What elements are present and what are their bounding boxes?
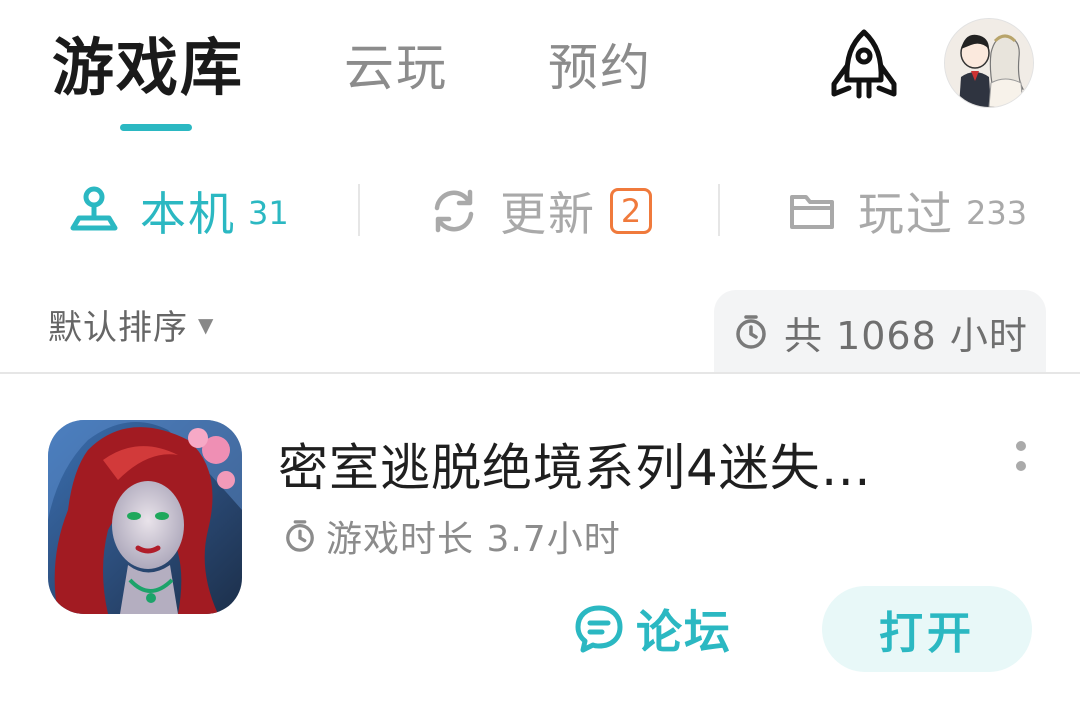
subtab-divider [358, 184, 360, 236]
game-playtime: 游戏时长 3.7小时 [284, 510, 621, 562]
subtab-local-count: 31 [248, 194, 289, 232]
folder-icon [784, 183, 840, 239]
forum-button[interactable]: 论坛 [572, 596, 732, 662]
user-avatar[interactable] [944, 18, 1034, 108]
timer-icon [736, 315, 766, 349]
forum-icon [575, 605, 623, 653]
subtab-divider [718, 184, 720, 236]
game-title[interactable]: 密室逃脱绝境系列4迷失… [278, 428, 872, 500]
game-playtime-text: 游戏时长 3.7小时 [326, 519, 621, 560]
section-divider [0, 372, 1080, 374]
subtab-update[interactable]: 更新 2 [426, 178, 652, 244]
tab-game-library[interactable]: 游戏库 [52, 28, 244, 108]
tab-reservation[interactable]: 预约 [548, 28, 652, 108]
sort-label: 默认排序 [48, 308, 188, 348]
subtab-update-label: 更新 [500, 187, 596, 241]
update-count-badge: 2 [610, 188, 652, 234]
rocket-icon[interactable] [824, 26, 904, 106]
subtab-played-count: 233 [966, 194, 1028, 232]
game-icon[interactable] [48, 420, 242, 614]
refresh-icon [426, 183, 482, 239]
tab-cloud-play[interactable]: 云玩 [344, 28, 448, 108]
total-playtime-box: 共 1068 小时 [714, 290, 1046, 374]
total-playtime-text: 共 1068 小时 [784, 313, 1028, 358]
more-options-icon[interactable] [1006, 436, 1036, 488]
caret-down-icon: ▼ [198, 312, 215, 337]
sort-dropdown[interactable]: 默认排序 ▼ [48, 300, 214, 349]
subtab-local-label: 本机 [140, 187, 236, 241]
timer-icon [286, 520, 314, 552]
active-tab-indicator [120, 124, 192, 131]
subtab-played-label: 玩过 [858, 187, 954, 241]
local-device-icon [66, 183, 122, 239]
subtab-local[interactable]: 本机 31 [66, 178, 289, 244]
subtab-played[interactable]: 玩过 233 [784, 178, 1027, 244]
open-game-button[interactable]: 打开 [822, 586, 1032, 672]
forum-label: 论坛 [636, 605, 732, 659]
